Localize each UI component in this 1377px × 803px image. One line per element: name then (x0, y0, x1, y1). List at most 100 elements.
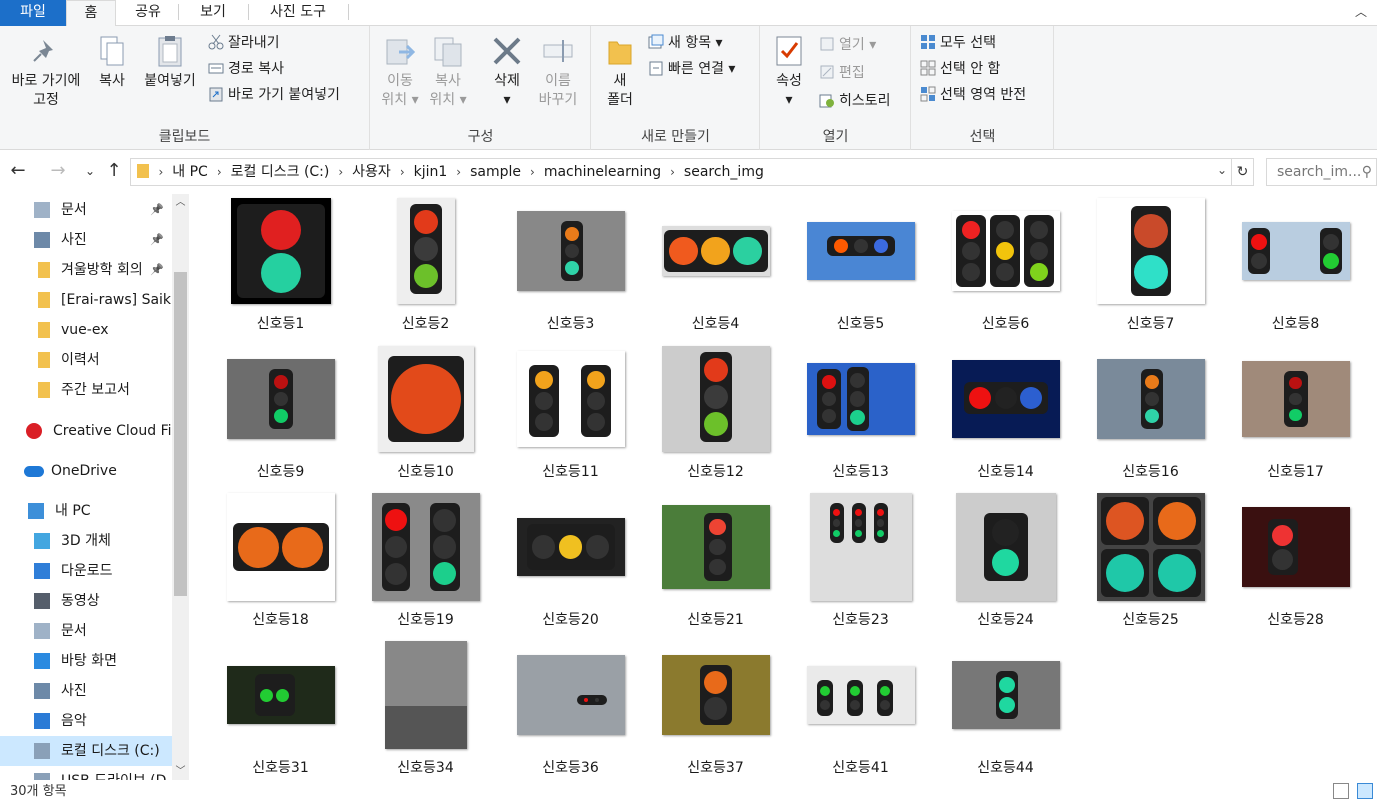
up-arrow-icon[interactable]: ↑ (104, 162, 124, 182)
breadcrumb-chevron-icon[interactable]: › (530, 165, 535, 179)
copy-to-button[interactable]: 복사 위치 ▾ (427, 34, 469, 110)
scrollbar-thumb[interactable] (174, 272, 187, 596)
details-view-icon[interactable] (1332, 783, 1349, 799)
file-item[interactable]: 신호등44 (933, 638, 1078, 780)
address-bar[interactable]: › 내 PC › 로컬 디스크 (C:) › 사용자 › kjin1 › sample › machi… (130, 158, 1232, 186)
file-item[interactable]: 신호등8 (1223, 194, 1368, 342)
breadcrumb-chevron-icon[interactable]: › (217, 165, 222, 179)
sidebar-item[interactable]: 로컬 디스크 (C:) (0, 736, 172, 766)
search-input[interactable]: search_im... ⚲ (1266, 158, 1377, 186)
sidebar-item[interactable]: 주간 보고서 (0, 375, 172, 405)
sidebar-item[interactable]: OneDrive (0, 456, 172, 486)
sidebar-item[interactable]: 다운로드 (0, 556, 172, 586)
file-item[interactable]: 신호등3 (498, 194, 643, 342)
file-item[interactable]: 신호등9 (208, 342, 353, 490)
file-item[interactable]: 신호등20 (498, 490, 643, 638)
invert-selection-button[interactable]: 선택 영역 반전 (920, 84, 1026, 106)
file-item[interactable]: 신호등4 (643, 194, 788, 342)
sidebar-item[interactable]: 내 PC (0, 496, 172, 526)
open-button[interactable]: 열기 ▾ (819, 34, 876, 56)
breadcrumb-item[interactable]: machinelearning (544, 164, 661, 180)
breadcrumb-item[interactable]: kjin1 (414, 164, 448, 180)
sidebar-item[interactable]: 사진 📌 (0, 225, 172, 255)
new-item-button[interactable]: 새 항목 ▾ (648, 32, 723, 54)
file-item[interactable]: 신호등36 (498, 638, 643, 780)
file-item[interactable]: 신호등37 (643, 638, 788, 780)
back-arrow-icon[interactable]: ← (8, 162, 28, 182)
breadcrumb-item[interactable]: 내 PC (172, 164, 208, 180)
sidebar-scrollbar[interactable]: ︿ ﹀ (172, 194, 189, 780)
file-item[interactable]: 신호등7 (1078, 194, 1223, 342)
large-icons-view-icon[interactable] (1357, 783, 1373, 799)
paste-button[interactable]: 붙여넣기 (138, 34, 202, 91)
breadcrumb-item[interactable]: sample (470, 164, 521, 180)
sidebar-item[interactable]: 문서 (0, 616, 172, 646)
breadcrumb-chevron-icon[interactable]: › (456, 165, 461, 179)
sidebar-item[interactable]: 사진 (0, 676, 172, 706)
delete-button[interactable]: 삭제 ▾ (485, 34, 529, 110)
new-folder-button[interactable]: 새 폴더 (600, 34, 640, 110)
cut-button[interactable]: 잘라내기 (208, 32, 280, 54)
tab-share[interactable]: 공유 (120, 0, 176, 26)
breadcrumb-item[interactable]: 로컬 디스크 (C:) (231, 164, 330, 180)
file-item[interactable]: 신호등11 (498, 342, 643, 490)
copy-button[interactable]: 복사 (92, 34, 132, 91)
file-item[interactable]: 신호등19 (353, 490, 498, 638)
file-item[interactable]: 신호등23 (788, 490, 933, 638)
scroll-down-icon[interactable]: ﹀ (172, 763, 189, 780)
sidebar-item[interactable]: USB 드라이브 (D (0, 766, 172, 780)
rename-button[interactable]: 이름 바꾸기 (533, 34, 583, 110)
file-item[interactable]: 신호등16 (1078, 342, 1223, 490)
file-item[interactable]: 신호등2 (353, 194, 498, 342)
properties-dropdown-icon[interactable]: ▾ (767, 91, 811, 110)
easy-access-button[interactable]: 빠른 연결 ▾ (648, 58, 735, 80)
collapse-ribbon-icon[interactable]: ︿ (1353, 3, 1369, 19)
recent-locations-chevron-icon[interactable]: ⌄ (80, 162, 100, 182)
tab-view[interactable]: 보기 (180, 0, 246, 26)
sidebar-item[interactable]: 이력서 (0, 345, 172, 375)
file-item[interactable]: 신호등21 (643, 490, 788, 638)
sidebar-item[interactable]: vue-ex (0, 315, 172, 345)
sidebar-item[interactable]: Creative Cloud Fil (0, 416, 172, 446)
file-item[interactable]: 신호등10 (353, 342, 498, 490)
breadcrumb-item[interactable]: 사용자 (352, 164, 391, 180)
breadcrumb-item[interactable]: search_img (684, 164, 764, 180)
tab-file[interactable]: 파일 (0, 0, 66, 26)
scroll-up-icon[interactable]: ︿ (172, 194, 189, 211)
properties-button[interactable]: 속성 ▾ (767, 34, 811, 110)
move-to-button[interactable]: 이동 위치 ▾ (379, 34, 421, 110)
forward-arrow-icon[interactable]: → (48, 162, 68, 182)
refresh-icon[interactable]: ↻ (1232, 158, 1254, 186)
paste-shortcut-button[interactable]: 바로 가기 붙여넣기 (208, 84, 340, 106)
edit-button[interactable]: 편집 (819, 62, 865, 84)
address-dropdown-icon[interactable]: ⌄ (1215, 163, 1229, 181)
select-all-button[interactable]: 모두 선택 (920, 32, 996, 54)
tab-picture-tools[interactable]: 사진 도구 (250, 0, 346, 26)
breadcrumb-chevron-icon[interactable]: › (338, 165, 343, 179)
history-button[interactable]: 히스토리 (819, 90, 891, 112)
pin-to-quick-access-button[interactable]: 바로 가기에 고정 (2, 34, 90, 110)
sidebar-item[interactable]: 겨울방학 회의 📌 (0, 255, 172, 285)
sidebar-item[interactable]: 문서 📌 (0, 195, 172, 225)
file-item[interactable]: 신호등24 (933, 490, 1078, 638)
file-item[interactable]: 신호등41 (788, 638, 933, 780)
file-item[interactable]: 신호등14 (933, 342, 1078, 490)
sidebar-item[interactable]: [Erai-raws] Saiki (0, 285, 172, 315)
file-item[interactable]: 신호등12 (643, 342, 788, 490)
file-item[interactable]: 신호등18 (208, 490, 353, 638)
file-item[interactable]: 신호등31 (208, 638, 353, 780)
file-item[interactable]: 신호등34 (353, 638, 498, 780)
delete-dropdown-icon[interactable]: ▾ (485, 91, 529, 110)
sidebar-item[interactable]: 동영상 (0, 586, 172, 616)
copy-path-button[interactable]: 경로 복사 (208, 58, 284, 80)
file-item[interactable]: 신호등17 (1223, 342, 1368, 490)
file-item[interactable]: 신호등6 (933, 194, 1078, 342)
file-item[interactable]: 신호등28 (1223, 490, 1368, 638)
sidebar-item[interactable]: 음악 (0, 706, 172, 736)
select-none-button[interactable]: 선택 안 함 (920, 58, 1000, 80)
file-item[interactable]: 신호등25 (1078, 490, 1223, 638)
breadcrumb-chevron-icon[interactable]: › (400, 165, 405, 179)
sidebar-item[interactable]: 3D 개체 (0, 526, 172, 556)
tab-home[interactable]: 홈 (66, 0, 116, 27)
breadcrumb-chevron-icon[interactable]: › (670, 165, 675, 179)
